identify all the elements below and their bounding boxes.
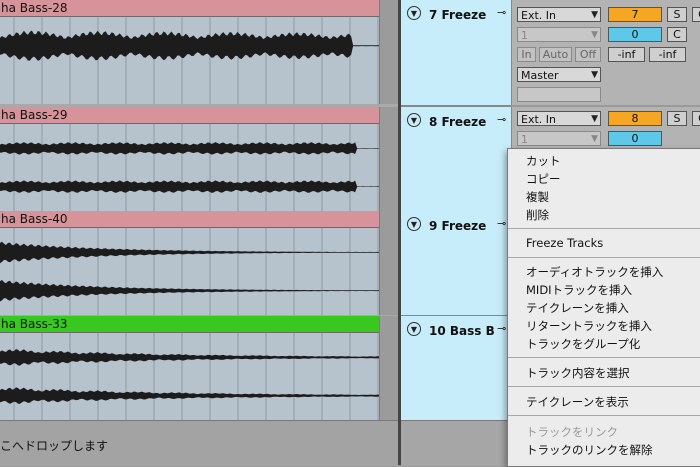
clip-title: ha Bass-28: [0, 0, 379, 17]
fold-toggle-icon[interactable]: ▼: [407, 6, 421, 20]
menu-item-link-tracks: トラックをリンク: [526, 425, 618, 439]
chevron-down-icon: ▼: [591, 30, 598, 40]
audio-clip-1[interactable]: ha Bass-28: [0, 0, 379, 104]
clip-title: ha Bass-29: [0, 107, 379, 124]
chevron-down-icon: ▼: [591, 114, 598, 124]
input-channel-select[interactable]: 1 ▼: [517, 27, 601, 42]
lane-scroll-strip: [379, 316, 399, 420]
clip-title: ha Bass-40: [0, 211, 379, 228]
track-name[interactable]: 9 Freeze: [429, 219, 486, 233]
track-name[interactable]: 8 Freeze: [429, 115, 486, 129]
menu-item-insert-return-track[interactable]: リターントラックを挿入: [526, 318, 652, 334]
menu-item-select-track-content[interactable]: トラック内容を選択: [526, 365, 630, 381]
lane-scroll-strip: [379, 107, 399, 211]
pan-button[interactable]: C: [667, 27, 687, 42]
peak-left-field[interactable]: -inf: [608, 47, 645, 62]
menu-item-copy[interactable]: コピー: [526, 171, 561, 187]
monitor-auto-button[interactable]: Auto: [539, 47, 572, 62]
track-activator-button[interactable]: 8: [608, 111, 662, 126]
menu-item-show-take-lanes[interactable]: テイクレーンを表示: [526, 394, 629, 410]
track-header-10[interactable]: ▼ 10 Bass B ⊸: [401, 316, 511, 422]
menu-separator: [508, 357, 700, 358]
lane-scroll-strip: [379, 0, 399, 104]
solo-button[interactable]: S: [667, 7, 687, 22]
menu-item-insert-take-lane[interactable]: テイクレーンを挿入: [526, 300, 629, 316]
drop-area[interactable]: こへドロップします: [0, 420, 398, 466]
peak-right-field[interactable]: -inf: [649, 47, 686, 62]
track-io-7: Ext. In▼ 1▼ In Auto Off Master▼ 7 S C 0 …: [511, 0, 700, 105]
volume-field[interactable]: 0: [608, 27, 662, 42]
menu-item-insert-audio-track[interactable]: オーディオトラックを挿入: [526, 264, 663, 280]
drop-hint: こへドロップします: [0, 439, 109, 453]
menu-separator: [508, 386, 700, 387]
select-value: Ext. In: [521, 9, 556, 22]
menu-item-duplicate[interactable]: 複製: [526, 189, 549, 205]
monitor-in-button[interactable]: In: [517, 47, 536, 62]
monitor-off-button[interactable]: Off: [575, 47, 601, 62]
audio-clip-4[interactable]: ha Bass-33: [0, 316, 379, 420]
arrangement-view: ha Bass-28 ha Bass-29 ha Bass-40 ha Bass…: [0, 0, 399, 465]
input-type-select[interactable]: Ext. In ▼: [517, 7, 601, 22]
track-lane-4: ha Bass-33: [0, 316, 399, 420]
link-icon: ⊸: [497, 217, 507, 230]
fold-toggle-icon[interactable]: ▼: [407, 113, 421, 127]
track-header-7[interactable]: ▼ 7 Freeze ⊸: [401, 0, 511, 107]
select-value: 1: [521, 133, 528, 146]
menu-item-freeze-tracks[interactable]: Freeze Tracks: [526, 236, 603, 250]
arm-button[interactable]: C: [692, 111, 700, 126]
menu-separator: [508, 228, 700, 229]
menu-separator: [508, 415, 700, 416]
chevron-down-icon: ▼: [591, 70, 598, 80]
link-icon: ⊸: [497, 322, 507, 335]
menu-item-cut[interactable]: カット: [526, 153, 561, 169]
track-name[interactable]: 10 Bass B: [429, 324, 495, 338]
volume-field[interactable]: 0: [608, 131, 662, 146]
track-lane-3: ha Bass-40: [0, 211, 399, 315]
track-header-9[interactable]: ▼ 9 Freeze ⊸: [401, 211, 511, 317]
menu-separator: [508, 257, 700, 258]
waveform: [0, 124, 379, 211]
waveform: [0, 333, 379, 420]
track-lane-1: ha Bass-28: [0, 0, 399, 104]
link-icon: ⊸: [497, 113, 507, 126]
waveform: [0, 17, 379, 104]
select-value: Ext. In: [521, 113, 556, 126]
track-header-8[interactable]: ▼ 8 Freeze ⊸: [401, 107, 511, 213]
waveform: [0, 228, 379, 315]
lane-scroll-strip: [379, 211, 399, 315]
chevron-down-icon: ▼: [591, 134, 598, 144]
solo-button[interactable]: S: [667, 111, 687, 126]
output-channel-select[interactable]: [517, 87, 601, 102]
chevron-down-icon: ▼: [591, 10, 598, 20]
track-lane-2: ha Bass-29: [0, 107, 399, 211]
select-value: Master: [521, 69, 559, 82]
menu-item-delete[interactable]: 削除: [526, 207, 549, 223]
track-name[interactable]: 7 Freeze: [429, 8, 486, 22]
input-type-select[interactable]: Ext. In ▼: [517, 111, 601, 126]
audio-clip-3[interactable]: ha Bass-40: [0, 211, 379, 315]
track-activator-button[interactable]: 7: [608, 7, 662, 22]
output-select[interactable]: Master ▼: [517, 67, 601, 82]
arm-button[interactable]: C: [692, 7, 700, 22]
input-channel-select[interactable]: 1 ▼: [517, 131, 601, 146]
fold-toggle-icon[interactable]: ▼: [407, 322, 421, 336]
context-menu: カット コピー 複製 削除 Freeze Tracks オーディオトラックを挿入…: [507, 148, 700, 467]
fold-toggle-icon[interactable]: ▼: [407, 217, 421, 231]
select-value: 1: [521, 29, 528, 42]
clip-title: ha Bass-33: [0, 316, 379, 333]
menu-item-insert-midi-track[interactable]: MIDIトラックを挿入: [526, 282, 632, 298]
menu-item-group-tracks[interactable]: トラックをグループ化: [526, 336, 640, 352]
audio-clip-2[interactable]: ha Bass-29: [0, 107, 379, 211]
link-icon: ⊸: [497, 6, 507, 19]
menu-item-unlink-tracks[interactable]: トラックのリンクを解除: [526, 442, 653, 458]
